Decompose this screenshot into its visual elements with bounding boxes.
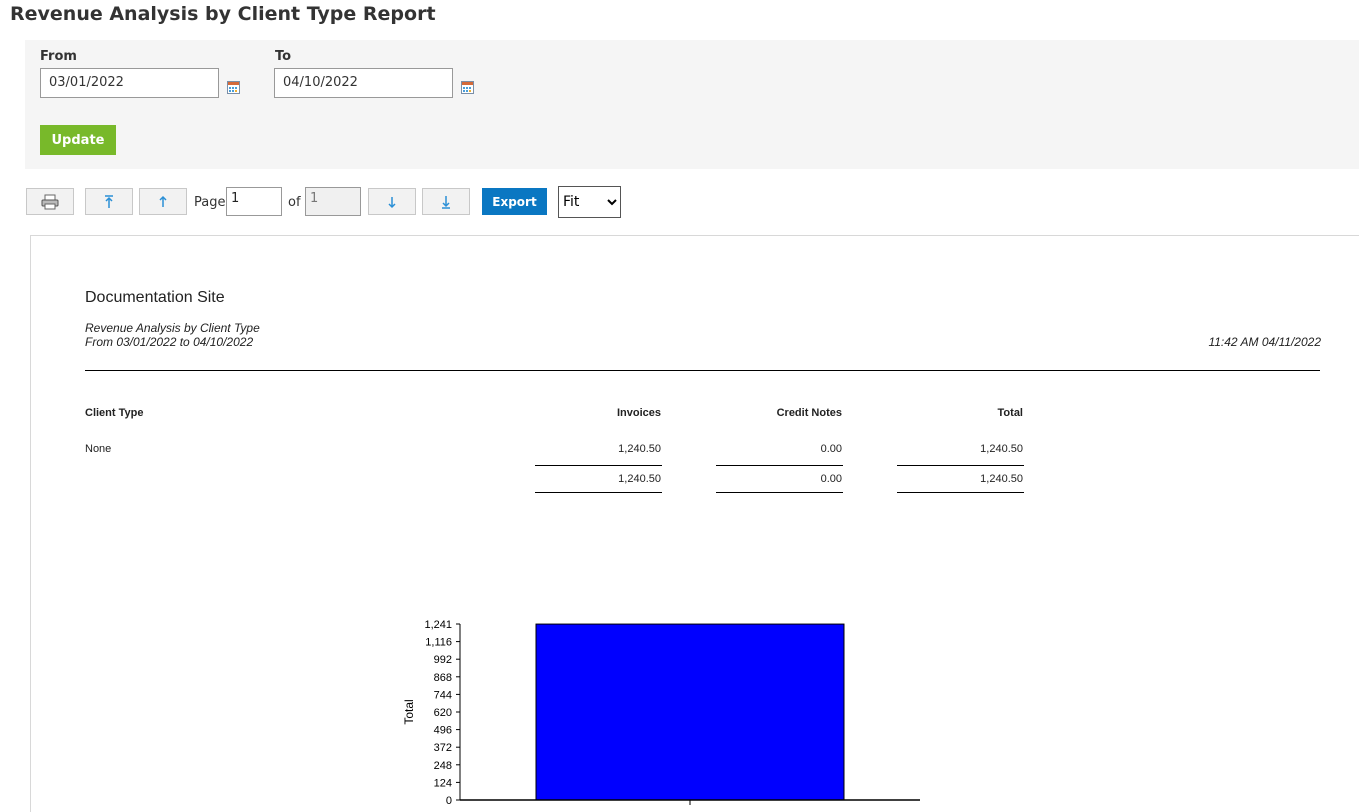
report-name: Revenue Analysis by Client Type	[85, 321, 260, 335]
cell-credit-notes: 0.00	[820, 443, 842, 455]
previous-page-button[interactable]	[139, 188, 187, 215]
cell-total: 1,240.50	[980, 443, 1023, 455]
last-page-button[interactable]	[422, 188, 470, 215]
calendar-icon[interactable]	[227, 79, 240, 94]
y-tick-label: 744	[434, 689, 452, 701]
update-button[interactable]: Update	[40, 125, 116, 155]
y-tick-label: 992	[434, 654, 452, 666]
column-header-credit-notes: Credit Notes	[776, 407, 842, 419]
print-button[interactable]	[26, 188, 74, 215]
next-page-button[interactable]	[368, 188, 416, 215]
cell-client-type: None	[85, 443, 112, 455]
header-divider	[85, 370, 1320, 371]
y-tick-label: 1,241	[424, 619, 452, 631]
y-tick-label: 868	[434, 672, 452, 684]
generated-timestamp: 11:42 AM 04/11/2022	[1208, 335, 1321, 349]
y-tick-label: 620	[434, 707, 452, 719]
y-axis-label: Total	[402, 699, 416, 724]
report-date-range: From 03/01/2022 to 04/10/2022	[85, 335, 254, 349]
y-tick-label: 372	[434, 742, 452, 754]
subtotal-rule	[897, 465, 1024, 466]
column-header-invoices: Invoices	[616, 407, 661, 419]
total-rule	[535, 492, 662, 493]
from-label: From	[40, 49, 77, 64]
report-viewer: Documentation Site Revenue Analysis by C…	[30, 235, 1359, 812]
column-header-client-type: Client Type	[85, 407, 144, 419]
y-tick-label: 1,116	[425, 637, 452, 649]
subtotal-rule	[535, 465, 662, 466]
next-page-icon	[388, 197, 396, 209]
page-number-input[interactable]: 1	[226, 187, 282, 216]
total-total: 1,240.50	[980, 473, 1023, 485]
total-pages-field: 1	[305, 187, 361, 216]
printer-icon	[41, 194, 59, 210]
filter-panel	[25, 40, 1359, 169]
cell-invoices: 1,240.50	[618, 443, 661, 455]
column-header-total: Total	[997, 407, 1023, 419]
calendar-icon[interactable]	[461, 79, 474, 94]
total-credit-notes: 0.00	[820, 473, 842, 485]
site-name: Documentation Site	[85, 289, 225, 306]
bar	[535, 623, 845, 801]
total-rule	[716, 492, 843, 493]
page-label: Page	[194, 195, 226, 210]
y-tick-label: 124	[434, 777, 452, 789]
last-page-icon	[442, 196, 450, 209]
to-date-input[interactable]: 04/10/2022	[274, 68, 453, 98]
first-page-button[interactable]	[85, 188, 133, 215]
to-label: To	[275, 49, 292, 64]
from-date-input[interactable]: 03/01/2022	[40, 68, 219, 98]
y-tick-label: 0	[446, 795, 452, 807]
page-title: Revenue Analysis by Client Type Report	[10, 3, 436, 25]
total-rule	[897, 492, 1024, 493]
zoom-select[interactable]: Fit	[558, 186, 621, 218]
subtotal-rule	[716, 465, 843, 466]
previous-page-icon	[159, 195, 167, 207]
first-page-icon	[105, 195, 113, 208]
total-invoices: 1,240.50	[618, 473, 661, 485]
export-button[interactable]: Export	[482, 188, 547, 215]
y-tick-label: 248	[434, 760, 452, 772]
of-label: of	[288, 195, 301, 210]
y-tick-label: 496	[434, 725, 452, 737]
revenue-chart: 0 124 248 372 496 620 744 868 992 1,116 1,241 Total	[402, 619, 920, 807]
